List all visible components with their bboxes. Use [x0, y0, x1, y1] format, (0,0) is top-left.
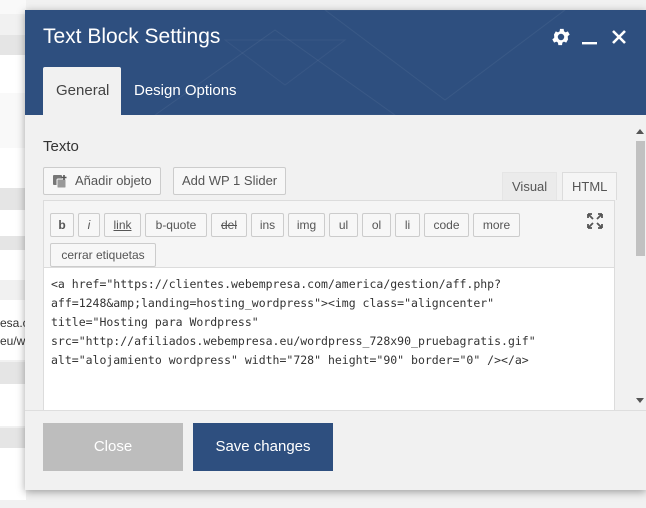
quicktag-li-button[interactable]: li [395, 213, 420, 237]
tab-general[interactable]: General [43, 67, 121, 115]
quicktag-italic-button[interactable]: i [78, 213, 100, 237]
add-object-label: Añadir objeto [75, 173, 152, 188]
gear-icon[interactable] [550, 26, 572, 48]
close-button[interactable]: Close [43, 423, 183, 471]
text-field-label: Texto [43, 138, 79, 155]
fullscreen-icon[interactable] [587, 213, 603, 229]
save-changes-button[interactable]: Save changes [193, 423, 333, 471]
bg-row [0, 93, 26, 148]
scrollbar-thumb[interactable] [636, 141, 645, 256]
close-icon[interactable] [608, 26, 630, 48]
code-line: alt="alojamiento wordpress" width="728" … [51, 353, 529, 367]
tab-visual[interactable]: Visual [502, 172, 558, 200]
bg-row [0, 300, 26, 360]
bg-row [0, 280, 26, 300]
text-block-settings-modal: Text Block Settings General Design Optio… [25, 10, 646, 490]
modal-title: Text Block Settings [43, 25, 221, 48]
bg-row [0, 236, 26, 250]
add-object-button[interactable]: Añadir objeto [43, 167, 161, 195]
quicktag-ins-button[interactable]: ins [251, 213, 284, 237]
bg-row [0, 250, 26, 280]
quicktag-close-tags-button[interactable]: cerrar etiquetas [50, 243, 156, 267]
media-add-icon [53, 175, 67, 189]
bg-row [0, 148, 26, 188]
add-slider-button[interactable]: Add WP 1 Slider [173, 167, 287, 195]
bg-row [0, 0, 26, 14]
bg-row [0, 210, 26, 236]
quicktag-code-button[interactable]: code [424, 213, 469, 237]
code-line: <a href="https://clientes.webempresa.com… [51, 277, 502, 291]
quicktag-more-button[interactable]: more [473, 213, 520, 237]
quicktag-ol-button[interactable]: ol [362, 213, 391, 237]
minimize-icon[interactable] [579, 26, 601, 48]
quicktag-bold-button[interactable]: b [50, 213, 74, 237]
scroll-up-arrow-icon[interactable] [636, 129, 644, 134]
modal-header: Text Block Settings General Design Optio… [25, 10, 646, 115]
bg-text-fragment: esa.c [0, 316, 25, 330]
quicktag-ul-button[interactable]: ul [329, 213, 358, 237]
quicktag-link-button[interactable]: link [104, 213, 141, 237]
bg-row [0, 362, 26, 384]
code-line: aff=1248&amp;landing=hosting_wordpress">… [51, 296, 495, 310]
tab-html[interactable]: HTML [562, 172, 618, 200]
code-line: src="http://afiliados.webempresa.eu/word… [51, 334, 536, 348]
quicktag-del-button[interactable]: del [211, 213, 247, 237]
bg-row [0, 428, 26, 448]
bg-text-fragment: eu/wo [0, 334, 25, 348]
bg-row [0, 188, 26, 210]
tab-design-options[interactable]: Design Options [121, 67, 250, 115]
modal-body: Texto Añadir objeto Add WP 1 Slider Visu… [25, 115, 646, 410]
scroll-down-arrow-icon[interactable] [636, 398, 644, 403]
bg-row [0, 448, 26, 500]
quicktag-img-button[interactable]: img [288, 213, 325, 237]
bg-row [0, 35, 26, 55]
bg-row [0, 384, 26, 426]
modal-scrollbar[interactable] [635, 125, 646, 407]
bg-row [0, 55, 26, 93]
html-editor-textarea[interactable]: <a href="https://clientes.webempresa.com… [44, 267, 614, 410]
quicktag-bquote-button[interactable]: b-quote [145, 213, 207, 237]
code-line: title="Hosting para Wordpress" [51, 315, 259, 329]
editor-container: b i link b-quote del ins img ul ol li co… [43, 200, 615, 410]
modal-footer: Close Save changes [25, 410, 646, 490]
